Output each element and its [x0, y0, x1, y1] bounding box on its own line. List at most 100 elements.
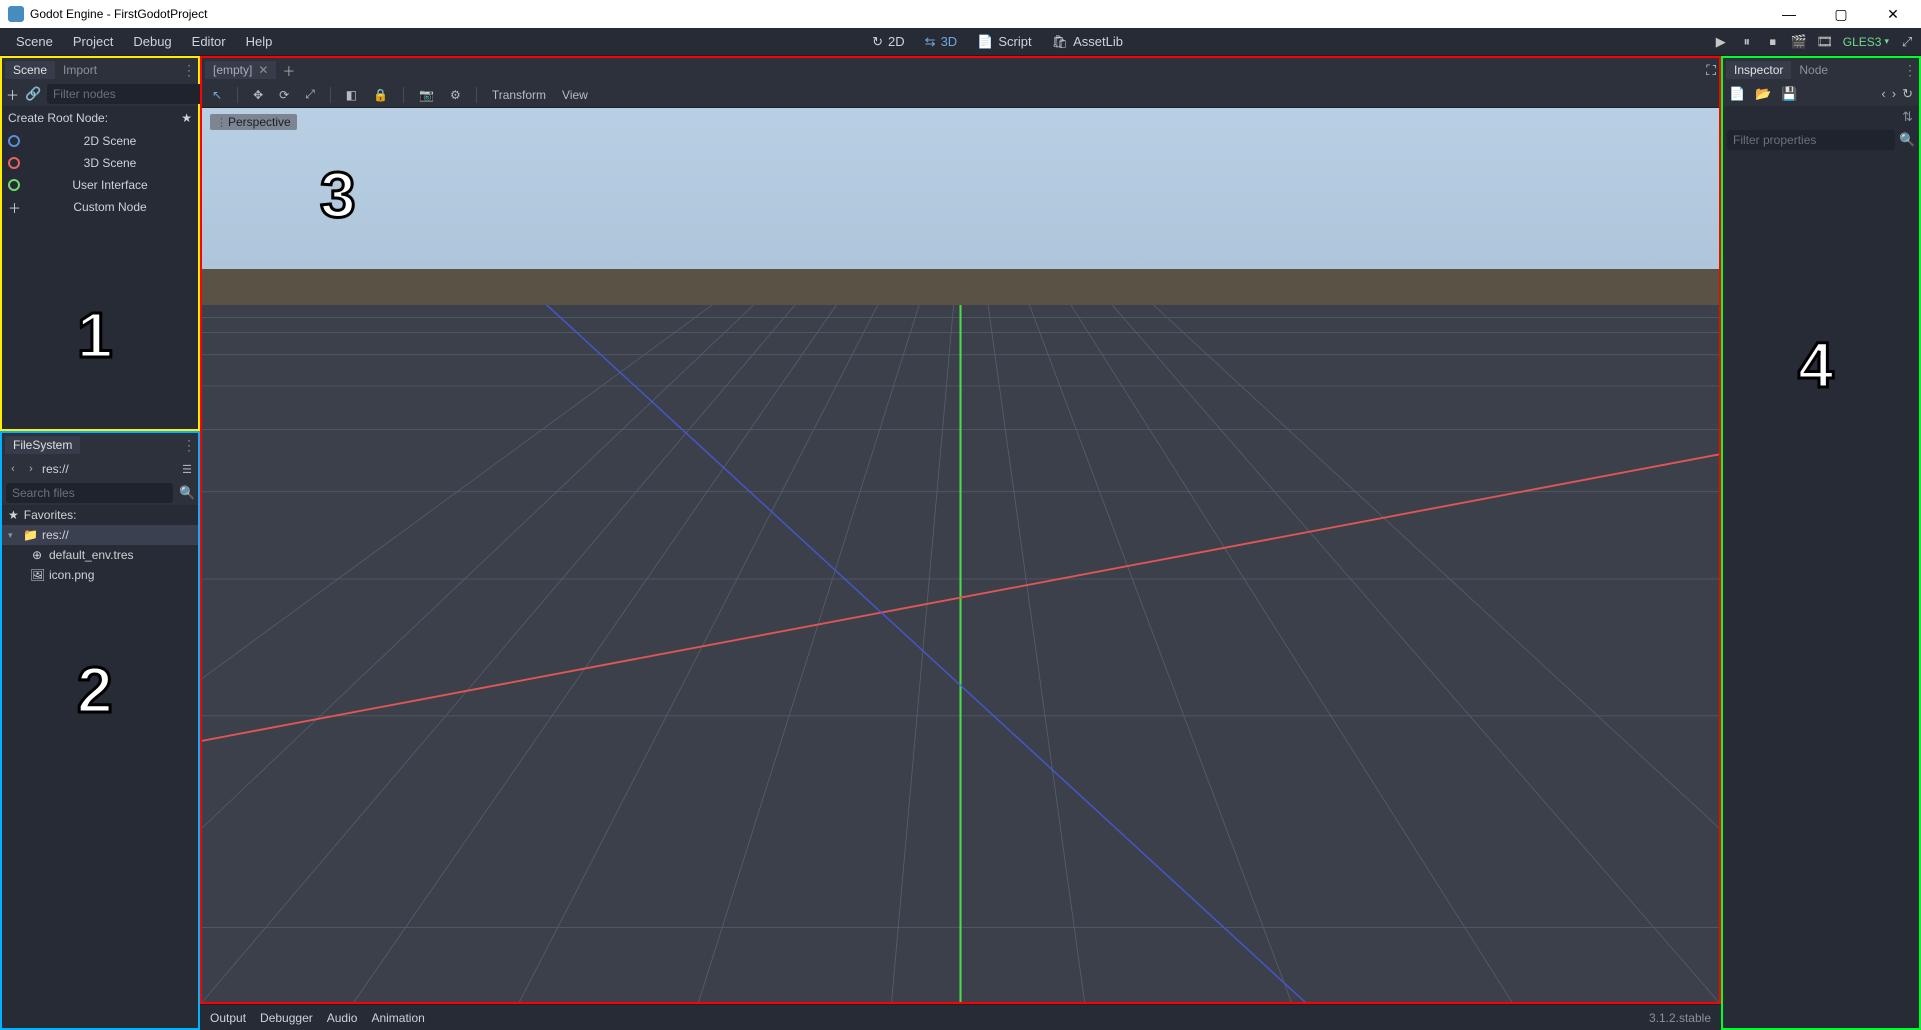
perspective-button[interactable]: ⋮ Perspective [210, 114, 297, 130]
workspace-3d-button[interactable]: ⇆3D [917, 32, 966, 52]
load-resource-icon[interactable]: 📂 [1755, 86, 1771, 102]
move-tool[interactable]: ✥ [249, 86, 267, 104]
annotation-4: 4 [1798, 328, 1834, 402]
expand-icon[interactable]: ⤢ [1899, 34, 1915, 50]
tree-twist-icon: ▾ [8, 530, 18, 541]
workspace-assetlib-button[interactable]: 🛍AssetLib [1044, 32, 1131, 52]
instance-button[interactable]: 🔗 [25, 86, 41, 102]
folder-icon: 📁 [23, 528, 37, 542]
play-scene-button[interactable]: 🎬 [1791, 34, 1807, 50]
scene-panel: Scene Import ⋮ ＋ 🔗 🔍 Create Root Node: ★… [0, 56, 200, 431]
menu-scene[interactable]: Scene [6, 28, 63, 55]
search-files-input[interactable] [6, 483, 173, 503]
minimize-button[interactable]: — [1769, 0, 1809, 28]
file-icon-png[interactable]: 🖼icon.png [2, 565, 198, 585]
split-mode-button[interactable]: ☰ [180, 463, 194, 476]
annotation-2: 2 [77, 653, 113, 727]
root-custom-node[interactable]: ＋Custom Node [2, 196, 198, 218]
search-files-icon[interactable]: 🔍 [179, 485, 195, 501]
menu-debug[interactable]: Debug [123, 28, 181, 55]
tab-scene[interactable]: Scene [5, 61, 55, 79]
2d-icon: ↻ [872, 34, 883, 50]
inspector-menu-icon[interactable]: ⋮ [1903, 62, 1916, 79]
history-forward-icon[interactable]: › [1892, 86, 1896, 102]
new-tab-button[interactable]: ＋ [282, 61, 295, 80]
root-3d-scene[interactable]: 3D Scene [2, 152, 198, 174]
tab-import[interactable]: Import [55, 61, 105, 79]
path-forward-button[interactable]: › [24, 463, 38, 475]
maximize-button[interactable]: ▢ [1821, 0, 1861, 28]
play-custom-button[interactable]: 🎞 [1817, 34, 1833, 50]
history-icon[interactable]: ↻ [1902, 86, 1913, 102]
renderer-dropdown[interactable]: GLES3 ▾ [1843, 35, 1889, 49]
workspace-script-button[interactable]: 📄Script [969, 32, 1039, 52]
annotation-1: 1 [77, 298, 113, 372]
image-icon: 🖼 [30, 568, 44, 582]
menu-bar: Scene Project Debug Editor Help ↻2D ⇆3D … [0, 28, 1921, 56]
file-default-env[interactable]: ⊕default_env.tres [2, 545, 198, 565]
script-icon: 📄 [977, 34, 993, 50]
filter-search-icon[interactable]: 🔍 [1899, 132, 1915, 148]
inspector-panel: Inspector Node ⋮ 📄 📂 💾 ‹ › ↻ ⇅ [1721, 56, 1921, 1030]
scene-tab-empty[interactable]: [empty] ✕ [205, 61, 276, 79]
ground-grid [202, 305, 1719, 1002]
viewport-toolbar: ↖ ✥ ⟳ ⤢ ◧ 🔒 📷 ⚙ Transform View [202, 82, 1719, 108]
transform-menu[interactable]: Transform [488, 86, 550, 104]
close-button[interactable]: ✕ [1873, 0, 1913, 28]
favorites-section[interactable]: ★Favorites: [2, 505, 198, 525]
3d-icon: ⇆ [925, 34, 936, 50]
tab-inspector[interactable]: Inspector [1726, 61, 1791, 79]
bottom-animation[interactable]: Animation [371, 1011, 424, 1025]
close-tab-icon[interactable]: ✕ [258, 63, 268, 77]
bottom-debugger[interactable]: Debugger [260, 1011, 313, 1025]
root-2d-scene[interactable]: 2D Scene [2, 130, 198, 152]
rotate-tool[interactable]: ⟳ [275, 86, 293, 104]
history-back-icon[interactable]: ‹ [1881, 86, 1885, 102]
stop-button[interactable]: ⏹ [1765, 34, 1781, 50]
scale-tool[interactable]: ⤢ [301, 85, 319, 104]
version-label: 3.1.2.stable [1649, 1011, 1711, 1025]
gizmo-tool[interactable]: ⚙ [446, 86, 465, 104]
view-menu[interactable]: View [558, 86, 592, 104]
distraction-free-button[interactable]: ⛶ [1706, 62, 1716, 79]
3d-viewport[interactable]: ⋮ Perspective [202, 108, 1719, 1002]
menu-project[interactable]: Project [63, 28, 123, 55]
tab-node[interactable]: Node [1791, 61, 1836, 79]
filesystem-menu-icon[interactable]: ⋮ [182, 437, 195, 454]
menu-help[interactable]: Help [236, 28, 283, 55]
favorite-icon[interactable]: ★ [181, 111, 192, 125]
play-button[interactable]: ▶ [1713, 34, 1729, 50]
drag-handle-icon: ⋮ [216, 116, 225, 129]
path-display: res:// [42, 462, 176, 476]
select-tool[interactable]: ↖ [208, 86, 226, 104]
filter-properties-input[interactable] [1727, 130, 1895, 150]
path-back-button[interactable]: ‹ [6, 463, 20, 475]
object-properties-icon[interactable]: ⇅ [1902, 109, 1913, 125]
bottom-audio[interactable]: Audio [327, 1011, 358, 1025]
viewport-panel: [empty] ✕ ＋ ⛶ ↖ ✥ ⟳ ⤢ ◧ 🔒 📷 [200, 56, 1721, 1004]
add-node-button[interactable]: ＋ [6, 85, 19, 104]
root-user-interface[interactable]: User Interface [2, 174, 198, 196]
snap-tool[interactable]: 🔒 [369, 86, 392, 104]
godot-logo-icon [8, 6, 24, 22]
bottom-output[interactable]: Output [210, 1011, 246, 1025]
save-resource-icon[interactable]: 💾 [1781, 86, 1797, 102]
pause-button[interactable]: ⏸ [1739, 34, 1755, 50]
menu-editor[interactable]: Editor [182, 28, 236, 55]
scene-panel-menu-icon[interactable]: ⋮ [182, 62, 195, 79]
filter-nodes-input[interactable] [47, 84, 214, 104]
workspace-2d-button[interactable]: ↻2D [864, 32, 913, 52]
camera-override-tool[interactable]: 📷 [415, 86, 438, 104]
sky-gradient [202, 108, 1719, 269]
horizon-line [202, 269, 1719, 305]
create-root-label: Create Root Node: ★ [2, 106, 198, 130]
new-resource-icon[interactable]: 📄 [1729, 86, 1745, 102]
local-space-tool[interactable]: ◧ [342, 86, 361, 104]
bottom-bar: Output Debugger Audio Animation 3.1.2.st… [200, 1004, 1721, 1030]
filesystem-panel: FileSystem ⋮ ‹ › res:// ☰ 🔍 ★Favorites: … [0, 431, 200, 1030]
tree-root-res[interactable]: ▾📁res:// [2, 525, 198, 545]
tab-filesystem[interactable]: FileSystem [5, 436, 80, 454]
window-titlebar: Godot Engine - FirstGodotProject — ▢ ✕ [0, 0, 1921, 28]
window-title: Godot Engine - FirstGodotProject [30, 7, 1769, 21]
star-icon: ★ [8, 508, 19, 522]
